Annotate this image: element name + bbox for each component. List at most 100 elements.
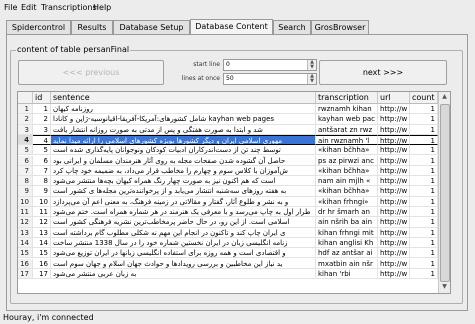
menu-file[interactable]: File — [4, 3, 17, 12]
cell-count[interactable]: 1 — [410, 248, 438, 259]
cell-id[interactable]: 3 — [33, 124, 51, 135]
cell-count[interactable]: 1 — [410, 186, 438, 197]
cell-id[interactable]: 5 — [33, 145, 51, 156]
cell-id[interactable]: 10 — [33, 196, 51, 207]
cell-count[interactable]: 1 — [410, 227, 438, 238]
cell-count[interactable]: 1 — [410, 237, 438, 249]
table-row[interactable]: 1 1 روزنامه کیهان rwznamh kihan http://w 1 — [18, 104, 450, 115]
cell-count[interactable]: 1 — [410, 114, 438, 125]
cell-transcription[interactable]: mxatbin ain nšr — [316, 258, 378, 269]
cell-id[interactable]: 13 — [33, 227, 51, 238]
cell-sentence[interactable]: kayhan web pages شامل کشورهای:آمریکا-آفر… — [51, 114, 316, 125]
cell-transcription[interactable]: ain rwznamh 'l — [316, 134, 378, 146]
cell-id[interactable]: 17 — [33, 268, 51, 280]
cell-count[interactable]: 1 — [410, 134, 438, 146]
cell-url[interactable]: http://w — [378, 155, 410, 166]
menu-help[interactable]: Help — [93, 3, 111, 12]
cell-id[interactable]: 16 — [33, 258, 51, 269]
lines-at-once-spinbox[interactable]: 50 ▲ ▼ — [223, 73, 317, 85]
cell-url[interactable]: http://w — [378, 227, 410, 238]
cell-url[interactable]: http://w — [378, 186, 410, 197]
column-header-id[interactable]: id — [33, 92, 51, 104]
spin-down-icon[interactable]: ▼ — [308, 79, 316, 84]
cell-url[interactable]: http://w — [378, 196, 410, 207]
table-row[interactable]: 17 17 به زبان عربی منتشر می‌شود kihan 'rbi h… — [18, 268, 450, 280]
table-row[interactable]: 7 7 ش‌آموزان با کلاس سوم و چهارم را مخاطب … — [18, 165, 450, 177]
cell-transcription[interactable]: hdf az antšar ai — [316, 248, 378, 259]
cell-transcription[interactable]: dr hr šmarh an — [316, 207, 378, 218]
column-header-sentence[interactable]: sentence — [51, 92, 316, 104]
cell-url[interactable]: http://w — [378, 237, 410, 249]
cell-id[interactable]: 12 — [33, 217, 51, 228]
content-table[interactable]: id sentence transcription url count 1 1 رو… — [17, 91, 451, 294]
cell-url[interactable]: http://w — [378, 268, 410, 280]
cell-count[interactable]: 1 — [410, 268, 438, 280]
cell-id[interactable]: 1 — [33, 104, 51, 115]
cell-transcription[interactable]: kihan frhngi mit — [316, 227, 378, 238]
cell-row-number[interactable]: 14 — [18, 237, 33, 249]
cell-count[interactable]: 1 — [410, 207, 438, 218]
cell-row-number[interactable]: 12 — [18, 217, 33, 228]
cell-sentence[interactable]: روزنامه کیهان — [51, 104, 316, 115]
cell-url[interactable]: http://w — [378, 124, 410, 135]
table-row[interactable]: 3 3 شد و ابتدا به صورت هفتگی و پس از مدتی … — [18, 124, 450, 135]
cell-url[interactable]: http://w — [378, 165, 410, 177]
cell-sentence[interactable]: ی ایران چاپ کند و تاکنون در انجام این مه… — [51, 227, 316, 238]
cell-count[interactable]: 1 — [410, 165, 438, 177]
cell-row-number[interactable]: 2 — [18, 114, 33, 125]
cell-count[interactable]: 1 — [410, 258, 438, 269]
start-line-spinbox[interactable]: 0 ▲ ▼ — [223, 59, 317, 71]
cell-transcription[interactable]: rwznamh kihan — [316, 104, 378, 115]
table-row[interactable]: 14 14 زنامه انگلیسی زبان در ایران نخستین ش… — [18, 237, 450, 249]
cell-row-number[interactable]: 5 — [18, 145, 33, 156]
tab-search[interactable]: Search — [273, 20, 311, 34]
table-row[interactable]: 13 13 ی ایران چاپ کند و تاکنون در انجام ای… — [18, 227, 450, 238]
cell-row-number[interactable]: 11 — [18, 207, 33, 218]
table-row[interactable]: 11 11 طرار اول به چاپ می‌رسد و با معرفی یک… — [18, 207, 450, 218]
tab-database-setup[interactable]: Database Setup — [113, 20, 190, 34]
cell-count[interactable]: 1 — [410, 176, 438, 187]
cell-sentence[interactable]: اسلامی است. از این رو، در حال حاضر پرمخا… — [51, 217, 316, 228]
cell-sentence[interactable]: به هفته روزهای سه‌شنبه انتشار می‌یابد و … — [51, 186, 316, 197]
cell-id[interactable]: 9 — [33, 186, 51, 197]
cell-sentence[interactable]: توسط چند تن از دست‌اندرکاران ادبیات کودک… — [51, 145, 316, 156]
cell-sentence[interactable]: زنامه انگلیسی زبان در ایران نخستین شماره… — [51, 237, 316, 249]
cell-url[interactable]: http://w — [378, 248, 410, 259]
cell-url[interactable]: http://w — [378, 207, 410, 218]
cell-row-number[interactable]: 17 — [18, 268, 33, 280]
cell-sentence[interactable]: حاصل آن گشوده شدن صفحات مجله به روی آثار… — [51, 155, 316, 166]
tab-database-content[interactable]: Database Content — [190, 19, 273, 35]
cell-sentence[interactable]: و اقتصادی است و همه روزه برای استفاده ان… — [51, 248, 316, 259]
cell-row-number[interactable]: 7 — [18, 165, 33, 177]
table-row[interactable]: 10 10 و به نشر و طلوع آثار، گفتار و مقالات… — [18, 196, 450, 207]
table-row[interactable]: 16 16 ید نیاز این مخاطبین و بررسی رویدادها… — [18, 258, 450, 269]
cell-sentence[interactable]: به زبان عربی منتشر می‌شود — [51, 268, 316, 280]
tab-results[interactable]: Results — [71, 20, 113, 34]
cell-sentence[interactable]: شد و ابتدا به صورت هفتگی و پس از مدتی به… — [51, 124, 316, 135]
table-row[interactable]: 9 9 به هفته روزهای سه‌شنبه انتشار می‌یابد … — [18, 186, 450, 197]
cell-id[interactable]: 15 — [33, 248, 51, 259]
cell-transcription[interactable]: antšarat zn rwz — [316, 124, 378, 135]
tab-spidercontrol[interactable]: Spidercontrol — [6, 20, 71, 34]
cell-sentence[interactable]: است که هم اکنون نیز به صورت چهار رنگ همر… — [51, 176, 316, 187]
cell-id[interactable]: 14 — [33, 237, 51, 249]
cell-transcription[interactable]: kayhan web pac — [316, 114, 378, 125]
cell-transcription[interactable]: «kihan frhngi» — [316, 196, 378, 207]
table-row[interactable]: 6 6 حاصل آن گشوده شدن صفحات مجله به روی آث… — [18, 155, 450, 166]
cell-url[interactable]: http://w — [378, 104, 410, 115]
cell-transcription[interactable]: «kihan bčhha» — [316, 145, 378, 156]
table-row[interactable]: 8 8 است که هم اکنون نیز به صورت چهار رنگ ه… — [18, 176, 450, 187]
cell-count[interactable]: 1 — [410, 196, 438, 207]
cell-count[interactable]: 1 — [410, 104, 438, 115]
column-header-transcription[interactable]: transcription — [316, 92, 378, 104]
cell-count[interactable]: 1 — [410, 155, 438, 166]
cell-id[interactable]: 6 — [33, 155, 51, 166]
next-button[interactable]: next >>> — [319, 60, 447, 85]
cell-id[interactable]: 11 — [33, 207, 51, 218]
cell-row-number[interactable]: 4 — [18, 134, 33, 146]
cell-transcription[interactable]: «kihan bčhha» — [316, 186, 378, 197]
scroll-thumb[interactable] — [440, 104, 450, 282]
cell-sentence[interactable]: و به نشر و طلوع آثار، گفتار و مقالاتی در… — [51, 196, 316, 207]
cell-transcription[interactable]: kihan 'rbi — [316, 268, 378, 280]
cell-row-number[interactable]: 3 — [18, 124, 33, 135]
